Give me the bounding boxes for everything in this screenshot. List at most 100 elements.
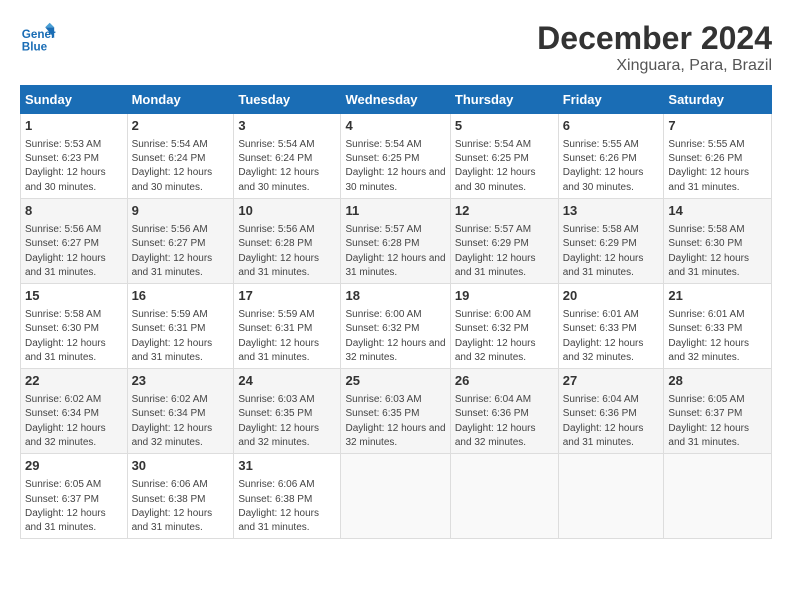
day-info: Sunrise: 5:59 AMSunset: 6:31 PMDaylight:…	[238, 309, 319, 363]
day-info: Sunrise: 6:01 AMSunset: 6:33 PMDaylight:…	[668, 309, 749, 363]
day-info: Sunrise: 5:54 AMSunset: 6:24 PMDaylight:…	[238, 139, 319, 193]
day-number: 5	[455, 118, 554, 135]
day-number: 1	[25, 118, 123, 135]
day-number: 20	[563, 288, 660, 305]
day-info: Sunrise: 5:57 AMSunset: 6:28 PMDaylight:…	[345, 224, 445, 278]
column-header-monday: Monday	[127, 86, 234, 114]
day-number: 19	[455, 288, 554, 305]
day-cell: 29 Sunrise: 6:05 AMSunset: 6:37 PMDayligh…	[21, 454, 128, 539]
day-cell: 11 Sunrise: 5:57 AMSunset: 6:28 PMDayligh…	[341, 199, 450, 284]
day-number: 2	[132, 118, 230, 135]
week-row-1: 1 Sunrise: 5:53 AMSunset: 6:23 PMDaylight…	[21, 114, 772, 199]
day-cell: 28 Sunrise: 6:05 AMSunset: 6:37 PMDayligh…	[664, 369, 772, 454]
day-cell	[341, 454, 450, 539]
day-cell: 17 Sunrise: 5:59 AMSunset: 6:31 PMDayligh…	[234, 284, 341, 369]
day-info: Sunrise: 5:58 AMSunset: 6:29 PMDaylight:…	[563, 224, 644, 278]
calendar-table: SundayMondayTuesdayWednesdayThursdayFrid…	[20, 85, 772, 539]
day-info: Sunrise: 6:01 AMSunset: 6:33 PMDaylight:…	[563, 309, 644, 363]
day-info: Sunrise: 6:00 AMSunset: 6:32 PMDaylight:…	[455, 309, 536, 363]
day-cell: 22 Sunrise: 6:02 AMSunset: 6:34 PMDayligh…	[21, 369, 128, 454]
day-cell: 5 Sunrise: 5:54 AMSunset: 6:25 PMDaylight…	[450, 114, 558, 199]
day-info: Sunrise: 5:55 AMSunset: 6:26 PMDaylight:…	[563, 139, 644, 193]
day-number: 7	[668, 118, 767, 135]
day-info: Sunrise: 6:02 AMSunset: 6:34 PMDaylight:…	[25, 394, 106, 448]
day-info: Sunrise: 6:03 AMSunset: 6:35 PMDaylight:…	[238, 394, 319, 448]
day-info: Sunrise: 5:56 AMSunset: 6:28 PMDaylight:…	[238, 224, 319, 278]
week-row-5: 29 Sunrise: 6:05 AMSunset: 6:37 PMDayligh…	[21, 454, 772, 539]
location-title: Xinguara, Para, Brazil	[537, 57, 772, 75]
logo: General Blue	[20, 20, 56, 56]
day-number: 27	[563, 373, 660, 390]
day-number: 13	[563, 203, 660, 220]
day-cell: 31 Sunrise: 6:06 AMSunset: 6:38 PMDayligh…	[234, 454, 341, 539]
day-info: Sunrise: 5:54 AMSunset: 6:25 PMDaylight:…	[345, 139, 445, 193]
day-cell: 21Sunrise: 6:01 AMSunset: 6:33 PMDayligh…	[664, 284, 772, 369]
day-info: Sunrise: 6:03 AMSunset: 6:35 PMDaylight:…	[345, 394, 445, 448]
day-info: Sunrise: 5:58 AMSunset: 6:30 PMDaylight:…	[668, 224, 749, 278]
day-number: 31	[238, 458, 336, 475]
day-number: 18	[345, 288, 445, 305]
day-cell: 8 Sunrise: 5:56 AMSunset: 6:27 PMDaylight…	[21, 199, 128, 284]
day-info: Sunrise: 6:05 AMSunset: 6:37 PMDaylight:…	[25, 479, 106, 533]
day-cell: 1 Sunrise: 5:53 AMSunset: 6:23 PMDaylight…	[21, 114, 128, 199]
day-number: 3	[238, 118, 336, 135]
day-number: 23	[132, 373, 230, 390]
column-header-tuesday: Tuesday	[234, 86, 341, 114]
logo-icon: General Blue	[20, 20, 56, 56]
day-info: Sunrise: 5:57 AMSunset: 6:29 PMDaylight:…	[455, 224, 536, 278]
day-number: 8	[25, 203, 123, 220]
day-cell: 30Sunrise: 6:06 AMSunset: 6:38 PMDayligh…	[127, 454, 234, 539]
day-cell: 27 Sunrise: 6:04 AMSunset: 6:36 PMDayligh…	[558, 369, 664, 454]
day-cell: 14 Sunrise: 5:58 AMSunset: 6:30 PMDayligh…	[664, 199, 772, 284]
day-cell: 15 Sunrise: 5:58 AMSunset: 6:30 PMDayligh…	[21, 284, 128, 369]
calendar-body: 1 Sunrise: 5:53 AMSunset: 6:23 PMDaylight…	[21, 114, 772, 539]
day-number: 24	[238, 373, 336, 390]
day-info: Sunrise: 6:04 AMSunset: 6:36 PMDaylight:…	[563, 394, 644, 448]
week-row-3: 15 Sunrise: 5:58 AMSunset: 6:30 PMDayligh…	[21, 284, 772, 369]
day-info: Sunrise: 5:59 AMSunset: 6:31 PMDaylight:…	[132, 309, 213, 363]
day-info: Sunrise: 6:04 AMSunset: 6:36 PMDaylight:…	[455, 394, 536, 448]
day-info: Sunrise: 5:56 AMSunset: 6:27 PMDaylight:…	[25, 224, 106, 278]
day-info: Sunrise: 6:00 AMSunset: 6:32 PMDaylight:…	[345, 309, 445, 363]
day-number: 26	[455, 373, 554, 390]
day-cell: 6Sunrise: 5:55 AMSunset: 6:26 PMDaylight…	[558, 114, 664, 199]
day-number: 29	[25, 458, 123, 475]
day-cell: 26 Sunrise: 6:04 AMSunset: 6:36 PMDayligh…	[450, 369, 558, 454]
day-cell: 2Sunrise: 5:54 AMSunset: 6:24 PMDaylight…	[127, 114, 234, 199]
day-cell: 13 Sunrise: 5:58 AMSunset: 6:29 PMDayligh…	[558, 199, 664, 284]
title-area: December 2024 Xinguara, Para, Brazil	[537, 20, 772, 75]
day-number: 14	[668, 203, 767, 220]
day-number: 22	[25, 373, 123, 390]
day-number: 25	[345, 373, 445, 390]
week-row-2: 8 Sunrise: 5:56 AMSunset: 6:27 PMDaylight…	[21, 199, 772, 284]
day-cell: 20 Sunrise: 6:01 AMSunset: 6:33 PMDayligh…	[558, 284, 664, 369]
day-cell: 7Sunrise: 5:55 AMSunset: 6:26 PMDaylight…	[664, 114, 772, 199]
day-cell: 12 Sunrise: 5:57 AMSunset: 6:29 PMDayligh…	[450, 199, 558, 284]
day-number: 28	[668, 373, 767, 390]
day-info: Sunrise: 6:06 AMSunset: 6:38 PMDaylight:…	[238, 479, 319, 533]
day-info: Sunrise: 6:05 AMSunset: 6:37 PMDaylight:…	[668, 394, 749, 448]
day-cell: 3 Sunrise: 5:54 AMSunset: 6:24 PMDaylight…	[234, 114, 341, 199]
day-cell	[558, 454, 664, 539]
calendar-header: SundayMondayTuesdayWednesdayThursdayFrid…	[21, 86, 772, 114]
day-number: 17	[238, 288, 336, 305]
day-number: 15	[25, 288, 123, 305]
column-header-wednesday: Wednesday	[341, 86, 450, 114]
week-row-4: 22 Sunrise: 6:02 AMSunset: 6:34 PMDayligh…	[21, 369, 772, 454]
column-header-friday: Friday	[558, 86, 664, 114]
day-info: Sunrise: 5:58 AMSunset: 6:30 PMDaylight:…	[25, 309, 106, 363]
day-info: Sunrise: 5:54 AMSunset: 6:25 PMDaylight:…	[455, 139, 536, 193]
day-cell	[664, 454, 772, 539]
day-number: 11	[345, 203, 445, 220]
day-number: 30	[132, 458, 230, 475]
day-number: 12	[455, 203, 554, 220]
header: General Blue December 2024 Xinguara, Par…	[20, 20, 772, 75]
day-info: Sunrise: 5:56 AMSunset: 6:27 PMDaylight:…	[132, 224, 213, 278]
day-cell: 18 Sunrise: 6:00 AMSunset: 6:32 PMDayligh…	[341, 284, 450, 369]
day-cell: 10Sunrise: 5:56 AMSunset: 6:28 PMDayligh…	[234, 199, 341, 284]
day-info: Sunrise: 5:53 AMSunset: 6:23 PMDaylight:…	[25, 139, 106, 193]
day-cell: 25 Sunrise: 6:03 AMSunset: 6:35 PMDayligh…	[341, 369, 450, 454]
day-cell	[450, 454, 558, 539]
day-cell: 23Sunrise: 6:02 AMSunset: 6:34 PMDayligh…	[127, 369, 234, 454]
header-row: SundayMondayTuesdayWednesdayThursdayFrid…	[21, 86, 772, 114]
